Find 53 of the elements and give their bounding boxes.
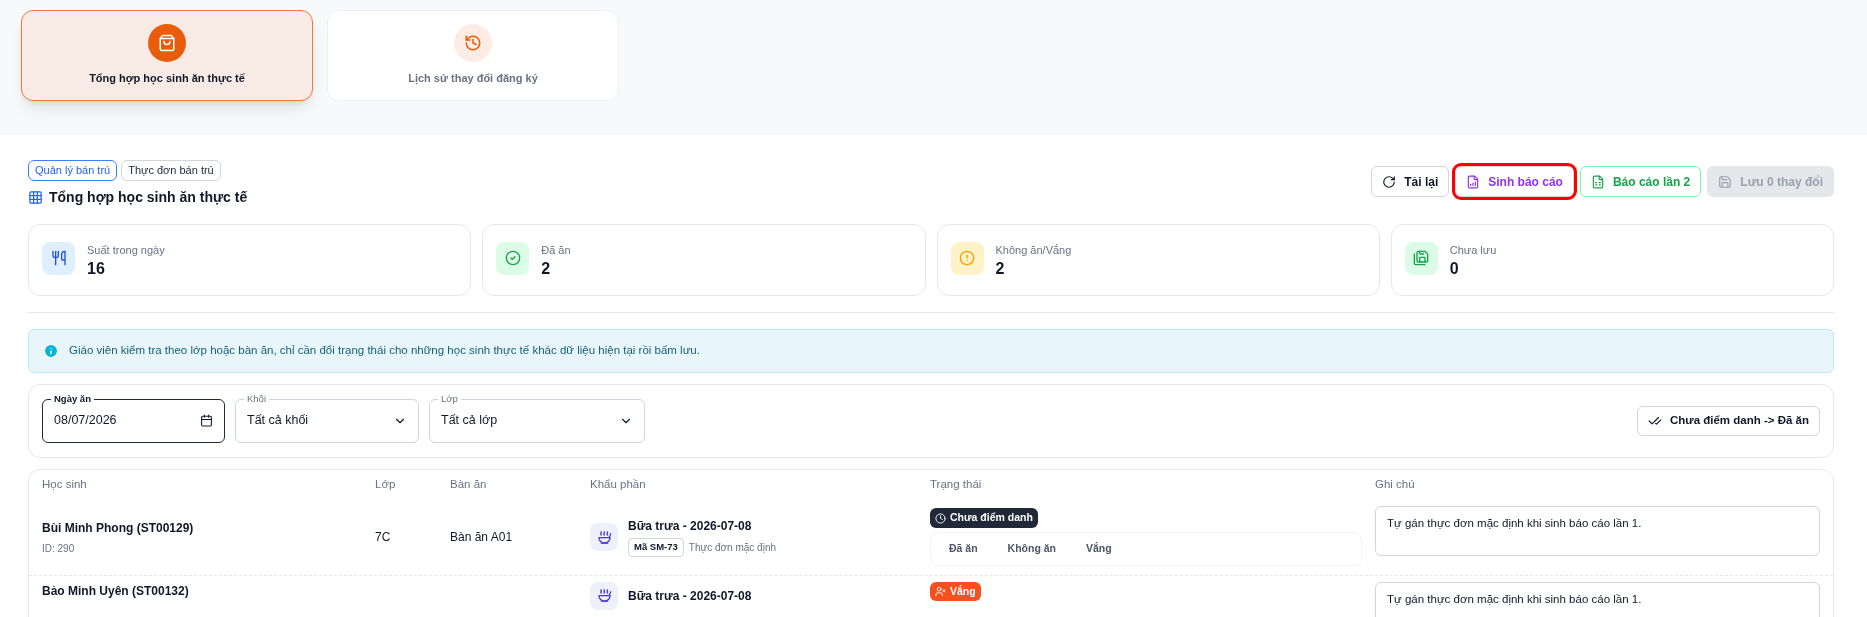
status-option[interactable]: Không ăn xyxy=(997,541,1066,557)
column-header: Ghi chú xyxy=(1375,476,1416,492)
bulk-mark-button[interactable]: Chưa điểm danh -> Đã ăn xyxy=(1637,405,1820,436)
chart-document-icon xyxy=(1466,174,1481,189)
stat-label: Suất trong ngày xyxy=(87,242,165,258)
column-header: Khẩu phần xyxy=(590,476,647,492)
stat-value: 0 xyxy=(1449,259,1460,279)
info-text: Giáo viên kiểm tra theo lớp hoặc bàn ăn, chỉ cần đổi trạng thái cho những học sinh thực tế khác dữ liệu hiện tại rồi bấm lưu. xyxy=(69,342,700,358)
status-badge: Vắng xyxy=(930,581,981,602)
breadcrumb-tag[interactable]: Thực đơn bán trú xyxy=(121,160,221,181)
meal-title: Bữa trưa - 2026-07-08 xyxy=(628,587,752,605)
menu-name: Thực đơn mặc định xyxy=(688,541,776,555)
column-header: Lớp xyxy=(375,476,397,492)
view-tab[interactable]: Lịch sử thay đổi đăng ký xyxy=(327,10,619,101)
stat-value: 2 xyxy=(541,259,552,279)
action-button[interactable]: Sinh báo cáo xyxy=(1455,166,1574,197)
history-icon xyxy=(454,24,492,63)
calendar-icon xyxy=(200,414,213,427)
stat-value: 2 xyxy=(995,259,1006,279)
note-field[interactable]: Tự gán thực đơn mặc định khi sinh báo cáo lần 1. xyxy=(1375,505,1820,556)
status-option[interactable]: Đã ăn xyxy=(939,541,988,557)
menu-code: Mã SM-73 xyxy=(628,538,684,557)
page-title: Tổng hợp học sinh ăn thực tế xyxy=(49,187,248,207)
stat-icon xyxy=(950,241,984,275)
dish-icon xyxy=(590,581,618,610)
student-name: Bùi Minh Phong (ST00129) xyxy=(42,519,195,537)
status-badge: Chưa điểm danh xyxy=(930,508,1038,528)
student-name: Bảo Minh Uyên (ST00132) xyxy=(42,582,190,600)
dish-icon xyxy=(590,523,618,551)
view-tab[interactable]: Tổng hợp học sinh ăn thực tế xyxy=(21,10,313,101)
stat-icon xyxy=(496,241,530,275)
stat-value: 16 xyxy=(87,259,106,279)
stat-icon xyxy=(42,241,75,275)
table-cell-text: Bàn ăn A01 xyxy=(450,529,514,546)
spreadsheet-icon xyxy=(1590,174,1605,189)
table-cell-text: 7C xyxy=(375,529,392,546)
action-button[interactable]: Tải lại xyxy=(1371,166,1450,197)
column-header: Trạng thái xyxy=(930,476,983,492)
student-id: ID: 290 xyxy=(42,541,76,556)
reload-icon xyxy=(1382,174,1397,189)
stat-label: Chưa lưu xyxy=(1449,242,1497,258)
column-header: Bàn ăn xyxy=(450,476,488,492)
breadcrumb-tag[interactable]: Quản lý bán trú xyxy=(28,160,118,181)
meal-title: Bữa trưa - 2026-07-08 xyxy=(628,518,753,536)
grid-icon xyxy=(28,189,43,205)
column-header: Học sinh xyxy=(42,476,88,492)
bag-icon xyxy=(148,24,186,63)
stat-label: Đã ăn xyxy=(541,242,571,258)
info-icon xyxy=(43,342,59,359)
stat-label: Không ăn/Vắng xyxy=(995,242,1072,258)
note-field[interactable]: Tự gán thực đơn mặc định khi sinh báo cáo lần 1. xyxy=(1375,581,1820,617)
status-option[interactable]: Vắng xyxy=(1076,541,1122,557)
stat-icon xyxy=(1404,241,1438,275)
